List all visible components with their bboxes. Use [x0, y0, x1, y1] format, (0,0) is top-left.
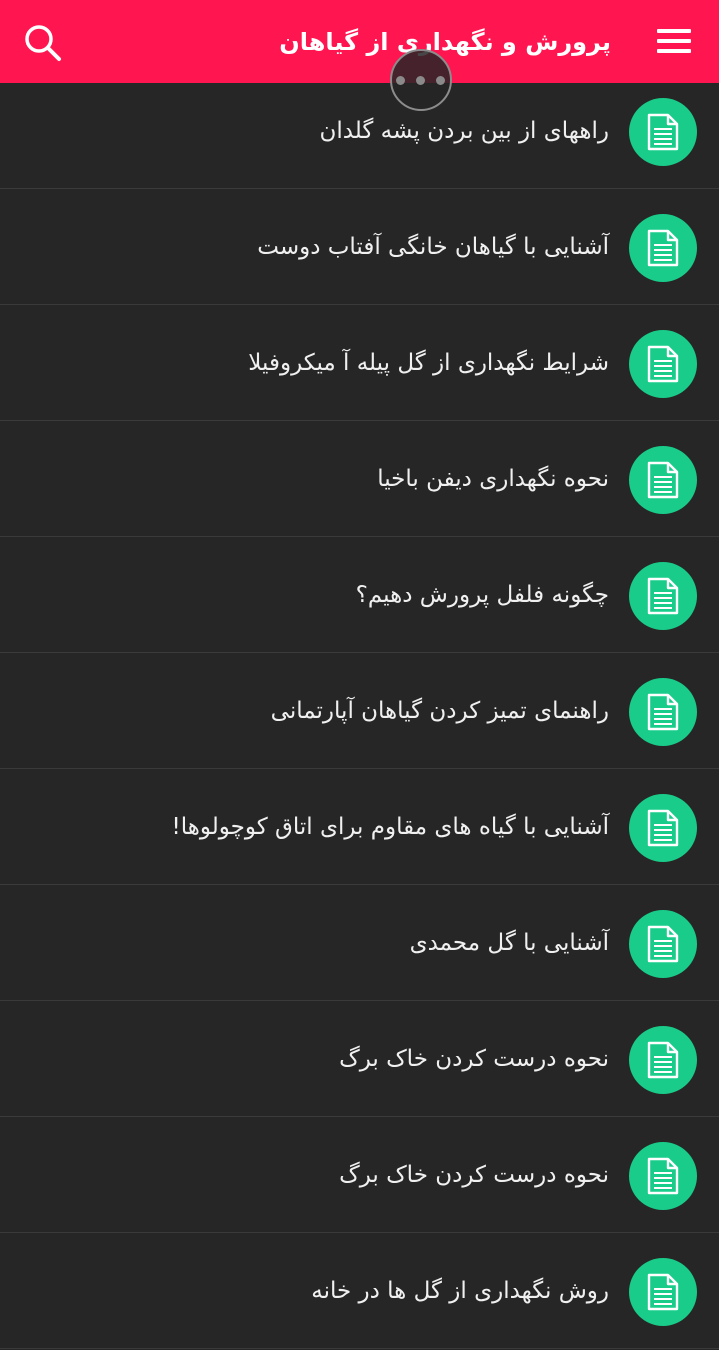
list-item[interactable]: راهنمای تمیز کردن گیاهان آپارتمانی: [0, 653, 719, 769]
list-item-label: نحوه درست کردن خاک برگ: [339, 1046, 609, 1072]
document-icon-badge: [629, 446, 697, 514]
document-icon: [647, 693, 679, 731]
document-icon: [647, 925, 679, 963]
list-item-label: آشنایی با گل محمدی: [409, 930, 609, 956]
list-item-label: چگونه فلفل پرورش دهیم؟: [355, 582, 609, 608]
list-item[interactable]: نحوه درست کردن خاک برگ: [0, 1117, 719, 1233]
document-icon-badge: [629, 1258, 697, 1326]
document-icon: [647, 1273, 679, 1311]
list-item-label: آشنایی با گیاه های مقاوم برای اتاق کوچول…: [171, 814, 609, 840]
menu-button[interactable]: [657, 27, 691, 55]
document-icon-badge: [629, 794, 697, 862]
document-icon-badge: [629, 1026, 697, 1094]
loading-dot: [436, 76, 445, 85]
loading-dot: [396, 76, 405, 85]
document-icon: [647, 1041, 679, 1079]
list-item[interactable]: آشنایی با گل محمدی: [0, 885, 719, 1001]
document-icon-badge: [629, 330, 697, 398]
list-item[interactable]: چگونه فلفل پرورش دهیم؟: [0, 537, 719, 653]
list-item[interactable]: راههای از بین بردن پشه گلدان: [0, 73, 719, 189]
list-item[interactable]: شرایط نگهداری از گل پیله آ میکروفیلا: [0, 305, 719, 421]
list-item[interactable]: آشنایی با گیاهان خانگی آفتاب دوست: [0, 189, 719, 305]
document-icon: [647, 461, 679, 499]
hamburger-menu-icon: [657, 29, 691, 33]
article-list: راههای از بین بردن پشه گلدان آشنایی با گی…: [0, 73, 719, 1349]
page-title: پرورش و نگهداری از گیاهان: [279, 28, 611, 56]
hamburger-menu-icon: [657, 39, 691, 43]
document-icon-badge: [629, 214, 697, 282]
list-item[interactable]: نحوه نگهداری دیفن باخیا: [0, 421, 719, 537]
document-icon: [647, 577, 679, 615]
document-icon-badge: [629, 678, 697, 746]
app-bar: پرورش و نگهداری از گیاهان: [0, 0, 719, 83]
loading-spinner: [390, 49, 452, 111]
list-item[interactable]: نحوه درست کردن خاک برگ: [0, 1001, 719, 1117]
list-item-label: نحوه درست کردن خاک برگ: [339, 1162, 609, 1188]
document-icon-badge: [629, 1142, 697, 1210]
list-item-label: راهنمای تمیز کردن گیاهان آپارتمانی: [270, 698, 609, 724]
search-icon: [25, 25, 61, 61]
loading-dot: [416, 76, 425, 85]
list-item-label: آشنایی با گیاهان خانگی آفتاب دوست: [257, 234, 609, 260]
document-icon: [647, 113, 679, 151]
document-icon-badge: [629, 98, 697, 166]
list-item-label: نحوه نگهداری دیفن باخیا: [377, 466, 609, 492]
document-icon: [647, 1157, 679, 1195]
document-icon: [647, 345, 679, 383]
document-icon-badge: [629, 910, 697, 978]
list-item-label: روش نگهداری از گل ها در خانه: [311, 1278, 609, 1304]
document-icon: [647, 229, 679, 267]
list-item[interactable]: آشنایی با گیاه های مقاوم برای اتاق کوچول…: [0, 769, 719, 885]
search-button[interactable]: [22, 22, 62, 62]
document-icon: [647, 809, 679, 847]
list-item-label: راههای از بین بردن پشه گلدان: [319, 118, 609, 144]
list-item[interactable]: روش نگهداری از گل ها در خانه: [0, 1233, 719, 1349]
document-icon-badge: [629, 562, 697, 630]
list-item-label: شرایط نگهداری از گل پیله آ میکروفیلا: [248, 350, 609, 376]
hamburger-menu-icon: [657, 49, 691, 53]
